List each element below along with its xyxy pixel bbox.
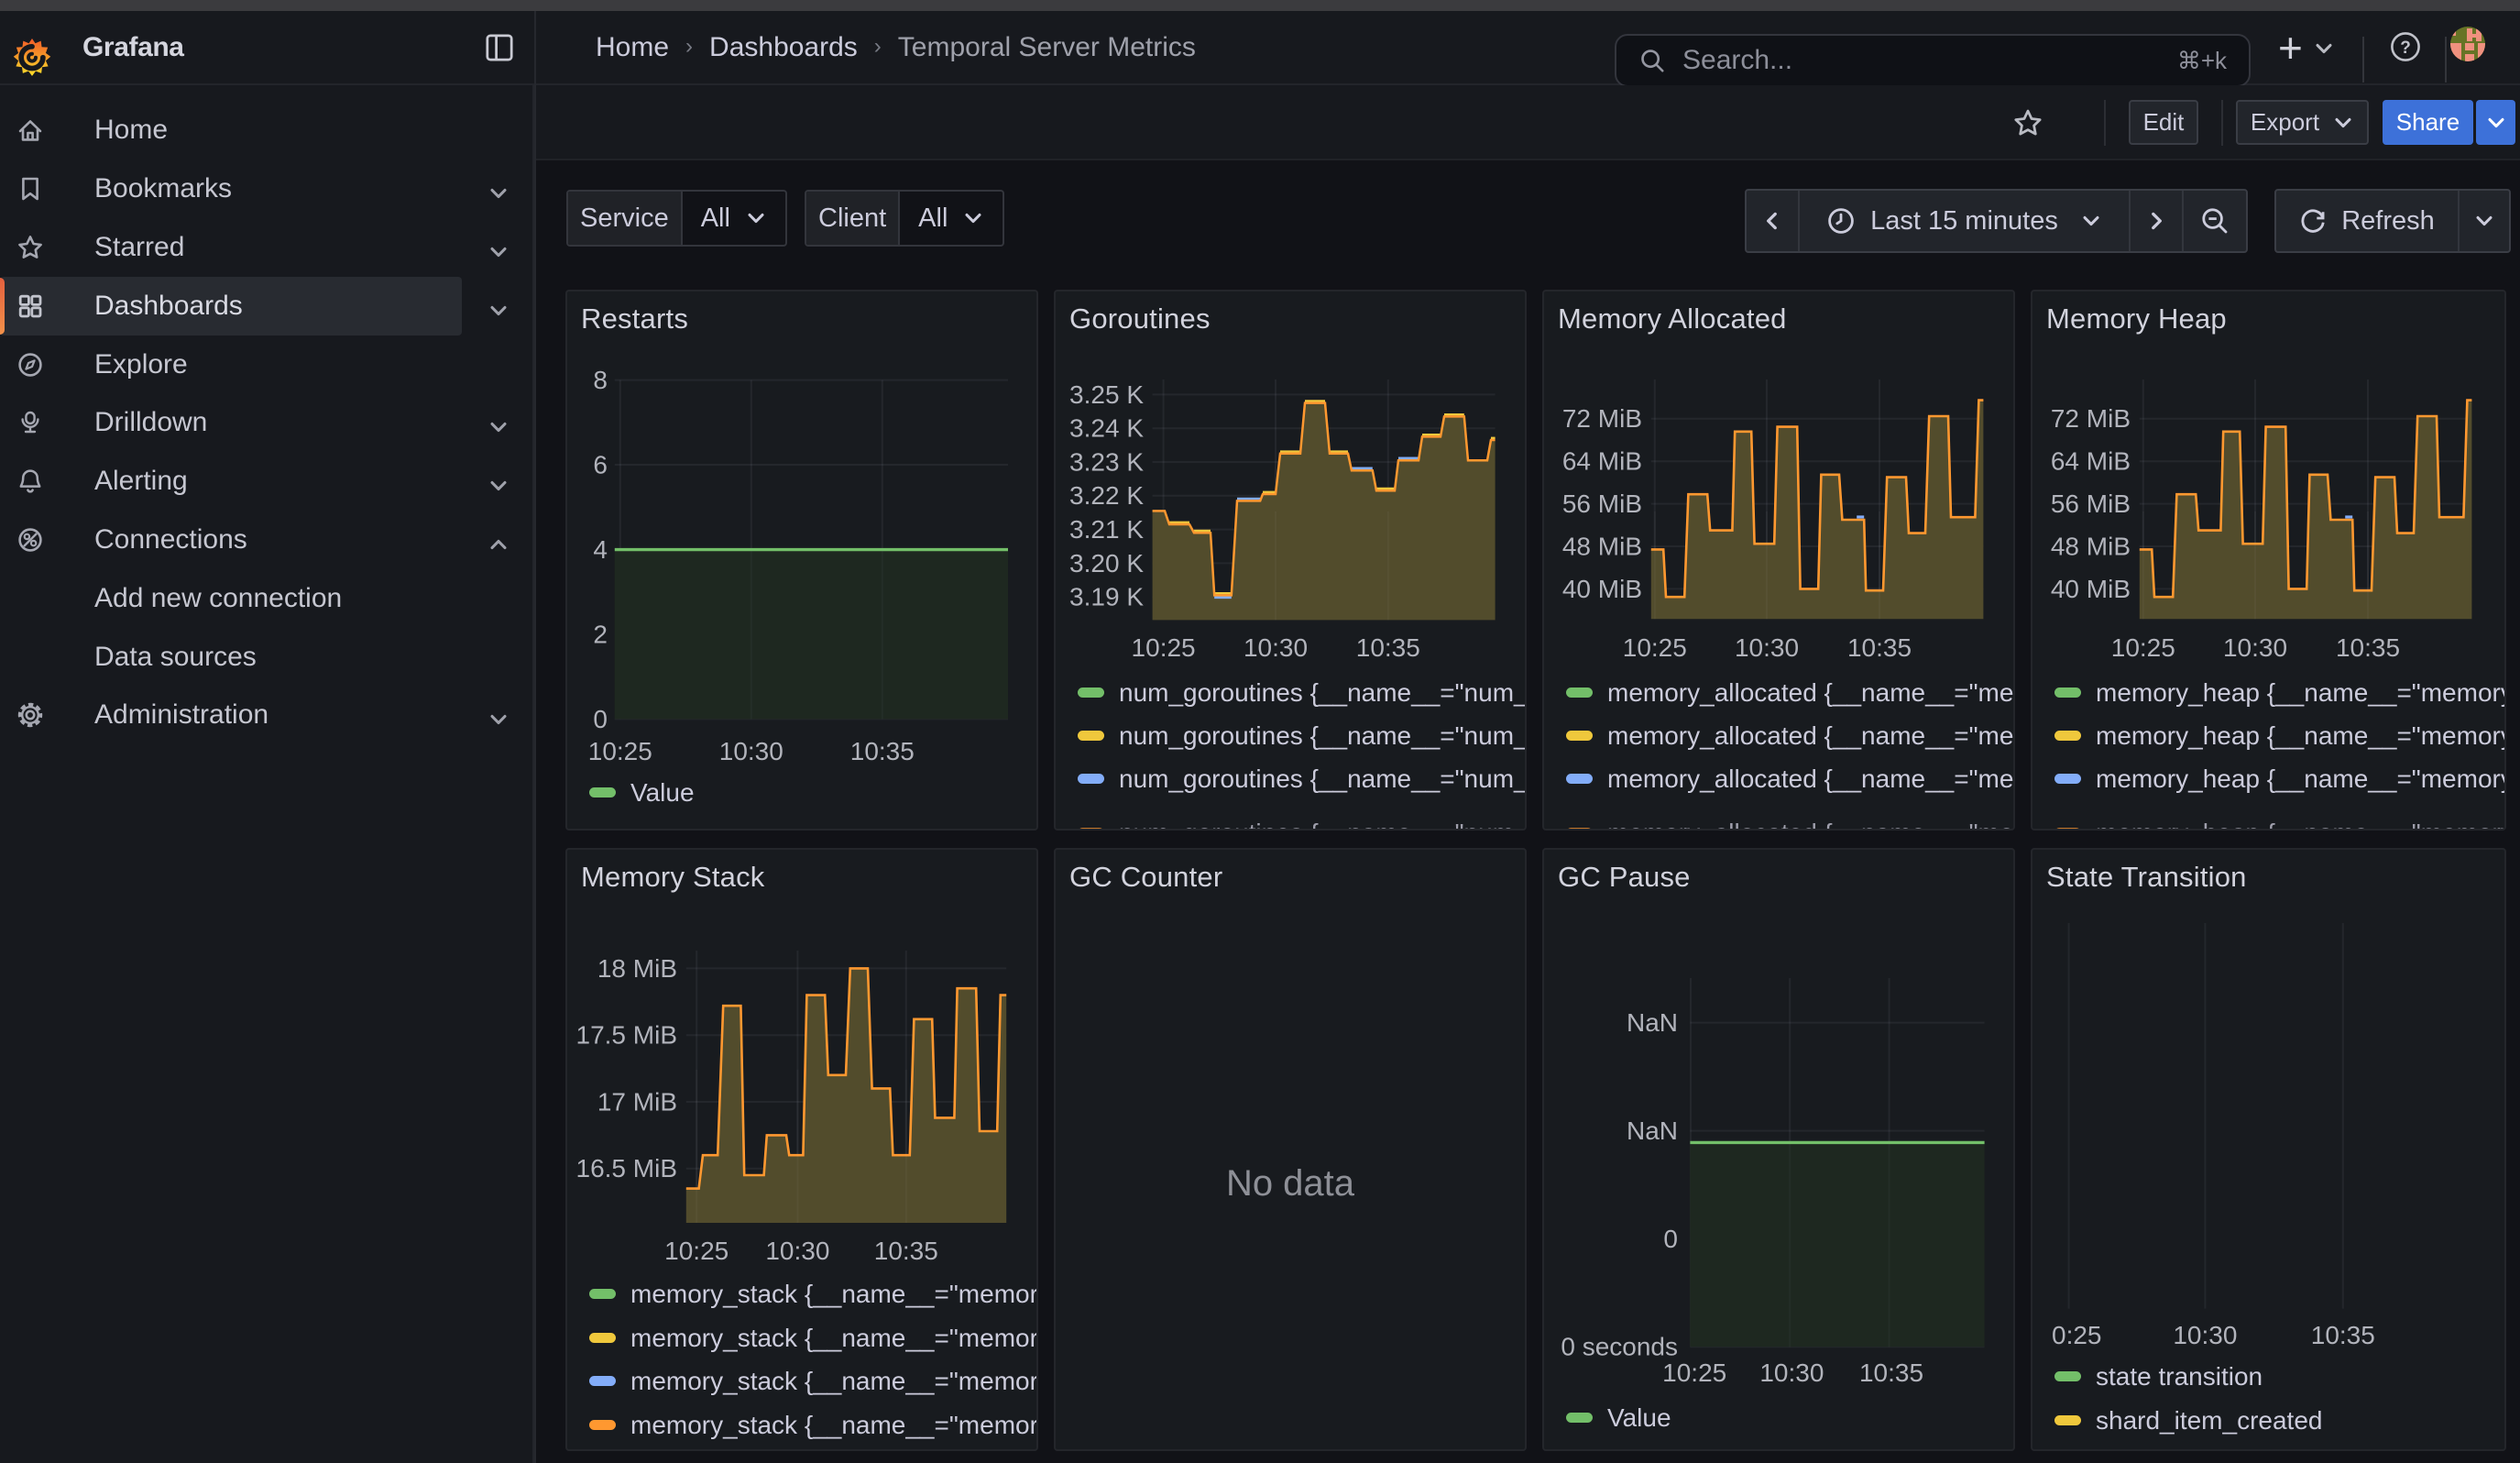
svg-text:NaN: NaN xyxy=(1627,1008,1678,1037)
svg-text:10:25: 10:25 xyxy=(1662,1358,1726,1387)
svg-text:10:35: 10:35 xyxy=(1859,1358,1923,1387)
svg-text:10:30: 10:30 xyxy=(1244,633,1308,662)
svg-text:10:25: 10:25 xyxy=(664,1237,729,1265)
svg-text:0: 0 xyxy=(593,705,608,733)
svg-text:3.23 K: 3.23 K xyxy=(1069,447,1144,476)
svg-text:3.21 K: 3.21 K xyxy=(1069,515,1144,544)
svg-text:10:25: 10:25 xyxy=(1132,633,1196,662)
svg-text:3.25 K: 3.25 K xyxy=(1069,380,1144,409)
svg-text:6: 6 xyxy=(593,450,608,478)
svg-text:3.22 K: 3.22 K xyxy=(1069,481,1144,510)
svg-text:10:30: 10:30 xyxy=(1735,633,1799,662)
svg-text:17.5 MiB: 17.5 MiB xyxy=(576,1021,678,1050)
svg-text:?: ? xyxy=(2400,38,2411,58)
svg-text:10:35: 10:35 xyxy=(850,737,915,765)
svg-text:3.24 K: 3.24 K xyxy=(1069,414,1144,443)
svg-text:10:25: 10:25 xyxy=(2111,633,2175,662)
svg-text:10:35: 10:35 xyxy=(874,1237,938,1265)
svg-text:16.5 MiB: 16.5 MiB xyxy=(576,1155,678,1183)
svg-text:0:25: 0:25 xyxy=(2052,1321,2102,1349)
svg-text:3.19 K: 3.19 K xyxy=(1069,583,1144,611)
svg-text:10:35: 10:35 xyxy=(1356,633,1420,662)
svg-text:18 MiB: 18 MiB xyxy=(597,954,677,983)
svg-text:56 MiB: 56 MiB xyxy=(2051,490,2131,518)
svg-text:72 MiB: 72 MiB xyxy=(1562,404,1642,433)
svg-text:0: 0 xyxy=(1663,1225,1678,1253)
svg-text:2: 2 xyxy=(593,620,608,648)
svg-text:40 MiB: 40 MiB xyxy=(1562,575,1642,603)
svg-text:NaN: NaN xyxy=(1627,1116,1678,1145)
svg-text:0 seconds: 0 seconds xyxy=(1561,1333,1678,1361)
svg-text:4: 4 xyxy=(593,535,608,564)
svg-text:10:35: 10:35 xyxy=(2311,1321,2375,1349)
svg-text:48 MiB: 48 MiB xyxy=(2051,532,2131,560)
svg-text:72 MiB: 72 MiB xyxy=(2051,404,2131,433)
svg-text:56 MiB: 56 MiB xyxy=(1562,490,1642,518)
svg-text:3.20 K: 3.20 K xyxy=(1069,549,1144,578)
svg-text:10:35: 10:35 xyxy=(2336,633,2400,662)
svg-text:10:30: 10:30 xyxy=(1759,1358,1824,1387)
svg-text:17 MiB: 17 MiB xyxy=(597,1088,677,1116)
svg-text:10:25: 10:25 xyxy=(588,737,652,765)
svg-text:40 MiB: 40 MiB xyxy=(2051,575,2131,603)
svg-text:64 MiB: 64 MiB xyxy=(2051,447,2131,476)
svg-text:10:30: 10:30 xyxy=(765,1237,829,1265)
svg-text:10:30: 10:30 xyxy=(719,737,783,765)
svg-text:8: 8 xyxy=(593,366,608,394)
svg-text:10:35: 10:35 xyxy=(1847,633,1912,662)
svg-text:64 MiB: 64 MiB xyxy=(1562,447,1642,476)
svg-text:10:30: 10:30 xyxy=(2173,1321,2237,1349)
svg-text:48 MiB: 48 MiB xyxy=(1562,532,1642,560)
svg-text:10:25: 10:25 xyxy=(1623,633,1687,662)
svg-text:10:30: 10:30 xyxy=(2223,633,2287,662)
